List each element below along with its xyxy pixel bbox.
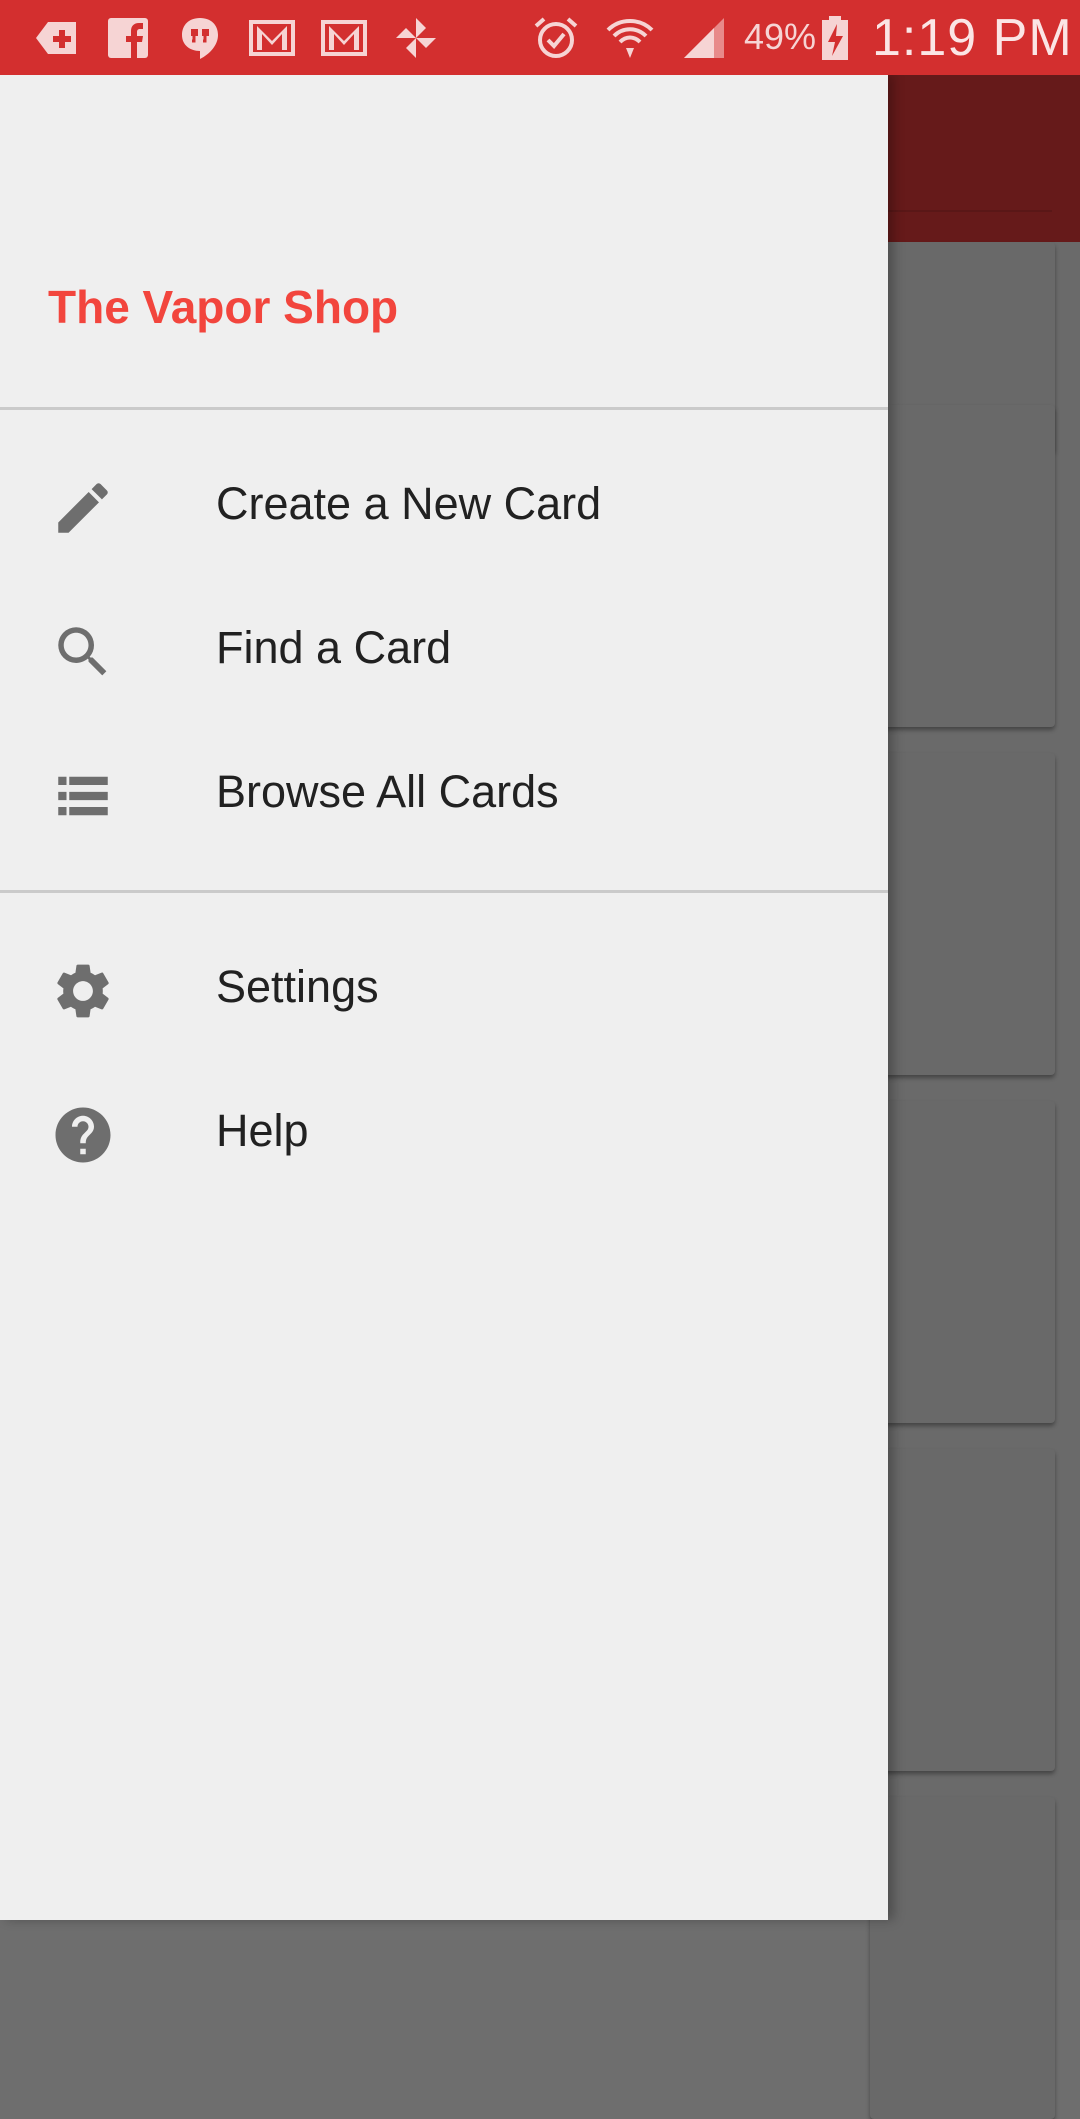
nav-item-label: Find a Card [216, 622, 452, 673]
nav-item-settings[interactable]: Settings [0, 916, 888, 1060]
background-card[interactable] [870, 1101, 1055, 1423]
background-card[interactable] [870, 1449, 1055, 1771]
search-icon [50, 619, 116, 685]
clock: 1:19 PM [872, 9, 1073, 67]
gmail-icon [320, 14, 368, 62]
list-icon [50, 763, 116, 829]
signal-icon [680, 14, 728, 62]
alarm-icon [532, 14, 580, 62]
help-icon [50, 1102, 116, 1168]
gear-icon [50, 958, 116, 1024]
divider [0, 407, 888, 410]
nav-item-browse-all-cards[interactable]: Browse All Cards [0, 721, 888, 865]
nav-item-help[interactable]: Help [0, 1060, 888, 1204]
nav-item-label: Browse All Cards [216, 766, 559, 817]
nav-item-label: Settings [216, 961, 379, 1012]
nav-item-find-card[interactable]: Find a Card [0, 577, 888, 721]
divider [0, 890, 888, 893]
navigation-drawer: The Vapor Shop Create a New Card Find a … [0, 75, 888, 1920]
facebook-icon [104, 14, 152, 62]
battery-percent: 49% [744, 16, 817, 57]
background-card[interactable] [870, 405, 1055, 727]
pencil-icon [50, 475, 116, 541]
status-bar: 49% 1:19 PM [0, 0, 1080, 75]
pinwheel-icon [392, 14, 440, 62]
nav-item-label: Create a New Card [216, 478, 602, 529]
nav-item-create-new-card[interactable]: Create a New Card [0, 433, 888, 577]
nav-item-label: Help [216, 1105, 309, 1156]
background-card[interactable] [870, 1797, 1055, 2119]
gmail-icon [248, 14, 296, 62]
wifi-icon [606, 14, 654, 62]
battery-charging-icon [820, 14, 850, 62]
add-badge-icon [32, 14, 80, 62]
drawer-title: The Vapor Shop [48, 281, 399, 333]
background-card[interactable] [870, 753, 1055, 1075]
hangouts-icon [176, 14, 224, 62]
